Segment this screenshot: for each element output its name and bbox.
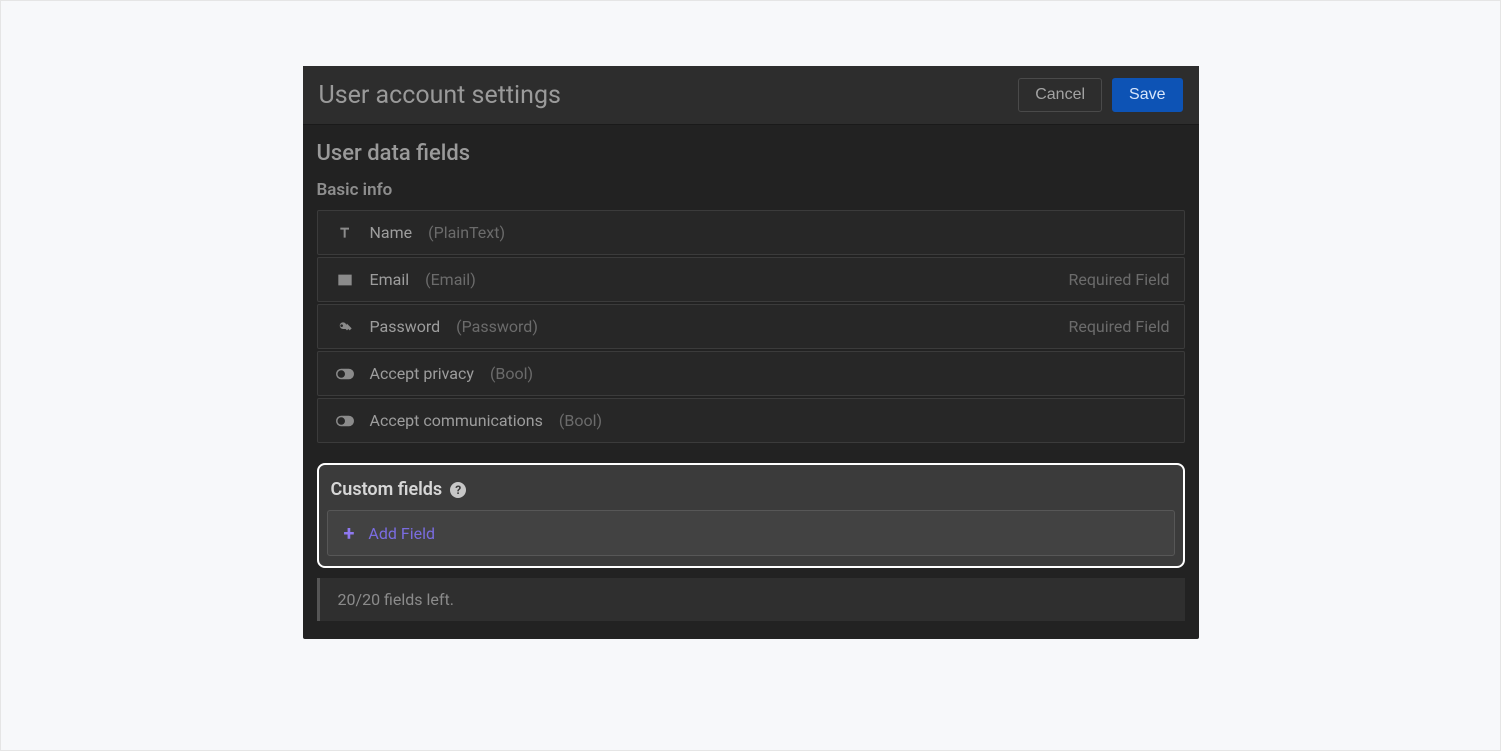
field-label: Accept communications: [370, 411, 543, 430]
custom-fields-section: Custom fields ? + Add Field: [317, 463, 1185, 568]
text-icon: [336, 225, 354, 241]
panel-body: User data fields Basic info Name (PlainT…: [303, 125, 1199, 639]
field-type: (Bool): [490, 364, 533, 383]
settings-panel: User account settings Cancel Save User d…: [303, 66, 1199, 639]
field-required: Required Field: [1068, 270, 1169, 289]
cancel-button[interactable]: Cancel: [1018, 78, 1102, 112]
custom-fields-header: Custom fields ?: [331, 479, 1175, 500]
field-row-name[interactable]: Name (PlainText): [317, 210, 1185, 255]
save-button[interactable]: Save: [1112, 78, 1182, 112]
help-icon[interactable]: ?: [450, 482, 466, 498]
basic-info-title: Basic info: [317, 180, 1185, 200]
panel-header: User account settings Cancel Save: [303, 66, 1199, 125]
field-required: Required Field: [1068, 317, 1169, 336]
toggle-icon: [336, 368, 354, 380]
field-type: (PlainText): [428, 223, 505, 242]
key-icon: [336, 319, 354, 335]
field-type: (Email): [425, 270, 476, 289]
field-type: (Bool): [559, 411, 602, 430]
panel-title: User account settings: [319, 81, 561, 110]
header-buttons: Cancel Save: [1018, 78, 1182, 112]
field-label: Accept privacy: [370, 364, 474, 383]
plus-icon: +: [344, 523, 355, 543]
field-row-accept-communications[interactable]: Accept communications (Bool): [317, 398, 1185, 443]
basic-fields-list: Name (PlainText) Email (Email) Required …: [317, 210, 1185, 443]
field-row-accept-privacy[interactable]: Accept privacy (Bool): [317, 351, 1185, 396]
field-label: Name: [370, 223, 413, 242]
fields-left-notice: 20/20 fields left.: [317, 578, 1185, 621]
field-type: (Password): [456, 317, 538, 336]
field-row-email[interactable]: Email (Email) Required Field: [317, 257, 1185, 302]
field-label: Password: [370, 317, 441, 336]
add-field-label: Add Field: [368, 524, 435, 543]
mail-icon: [336, 273, 354, 287]
field-row-password[interactable]: Password (Password) Required Field: [317, 304, 1185, 349]
field-label: Email: [370, 270, 410, 289]
custom-fields-title: Custom fields: [331, 479, 443, 500]
toggle-icon: [336, 415, 354, 427]
add-field-button[interactable]: + Add Field: [327, 510, 1175, 556]
section-title: User data fields: [317, 141, 1185, 166]
